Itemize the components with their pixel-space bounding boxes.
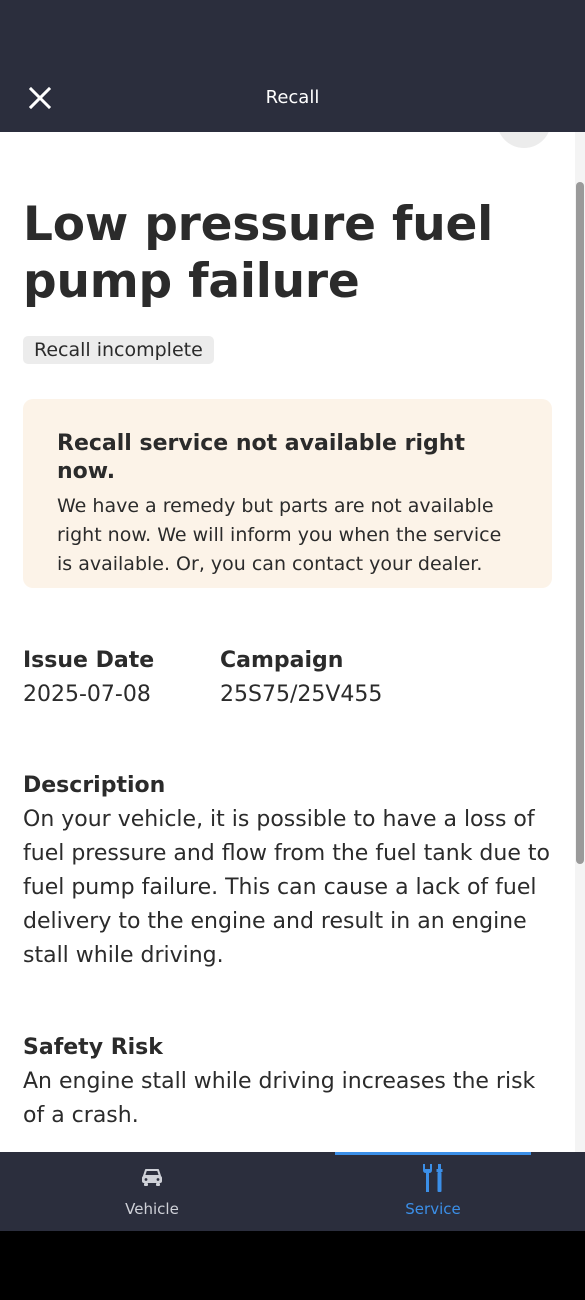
notice-body: We have a remedy but parts are not avail… bbox=[57, 495, 502, 575]
tab-service-label: Service bbox=[405, 1200, 461, 1218]
recall-title: Low pressure fuel pump failure bbox=[23, 197, 494, 309]
issue-date-value: 2025-07-08 bbox=[23, 682, 151, 707]
campaign-value: 25S75/25V455 bbox=[220, 682, 383, 707]
wrench-screwdriver-icon bbox=[423, 1164, 443, 1192]
tab-service[interactable]: Service bbox=[335, 1152, 531, 1231]
description-text: On your vehicle, it is possible to have … bbox=[23, 807, 550, 968]
scrollbar-thumb[interactable] bbox=[576, 182, 584, 864]
top-app-bar: Recall bbox=[0, 0, 585, 132]
page-title: Recall bbox=[265, 87, 320, 108]
campaign-label: Campaign bbox=[220, 648, 344, 673]
recall-screen: Recall Low pressure fuel pump failure Re… bbox=[0, 0, 585, 1231]
tab-vehicle-label: Vehicle bbox=[125, 1200, 179, 1218]
car-icon bbox=[142, 1169, 162, 1186]
issue-date-label: Issue Date bbox=[23, 648, 155, 673]
bottom-navigation: Vehicle Service bbox=[0, 1152, 585, 1231]
description-label: Description bbox=[23, 773, 166, 798]
safety-risk-text: An engine stall while driving increases … bbox=[23, 1069, 536, 1128]
recall-detail-content[interactable]: Low pressure fuel pump failure Recall in… bbox=[0, 132, 575, 1152]
status-badge: Recall incomplete bbox=[23, 336, 214, 364]
scrollbar[interactable] bbox=[575, 132, 585, 1152]
notice-title: Recall service not available right now. bbox=[57, 431, 465, 484]
availability-notice: Recall service not available right now. … bbox=[23, 399, 552, 588]
tab-vehicle[interactable]: Vehicle bbox=[68, 1152, 236, 1231]
scroll-handle-icon bbox=[497, 132, 551, 148]
safety-risk-label: Safety Risk bbox=[23, 1035, 163, 1060]
